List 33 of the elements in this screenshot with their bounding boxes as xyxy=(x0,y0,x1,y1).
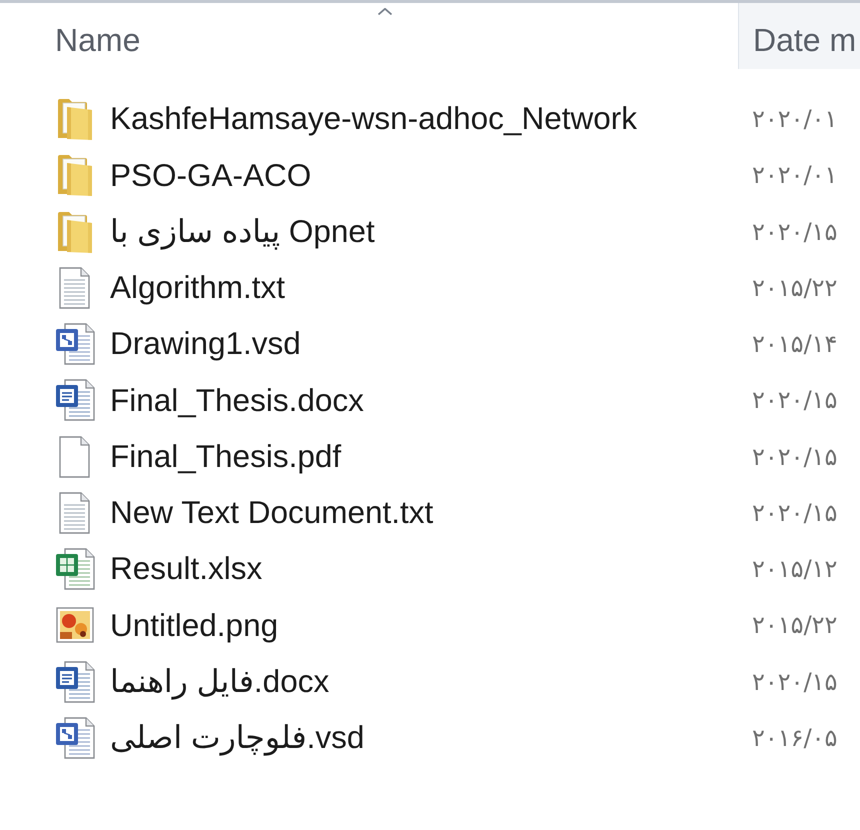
file-name[interactable]: Drawing1.vsd xyxy=(110,328,301,360)
document-icon xyxy=(55,378,95,422)
diagram-file-icon xyxy=(55,322,95,366)
folder-icon xyxy=(55,153,95,198)
diagram-file-icon xyxy=(55,716,95,760)
date-modified: ۲۰۲۰/۱۵ xyxy=(751,444,838,469)
spreadsheet-icon xyxy=(55,547,95,592)
date-modified: ۲۰۲۰/۰۱ xyxy=(751,107,838,132)
date-modified: ۲۰۲۰/۱۵ xyxy=(751,220,838,244)
file-name[interactable]: New Text Document.txt xyxy=(110,497,434,529)
date-modified: ۲۰۱۵/۲۲ xyxy=(751,613,838,638)
file-name[interactable]: Result.xlsx xyxy=(110,553,262,585)
date-modified: ۲۰۲۰/۱۵ xyxy=(751,388,838,412)
date-modified: ۲۰۱۵/۲۲ xyxy=(751,276,838,300)
date-modified: ۲۰۲۰/۱۵ xyxy=(751,500,838,525)
date-modified: ۲۰۱۶/۰۵ xyxy=(751,726,838,750)
file-name[interactable]: Untitled.png xyxy=(110,610,278,642)
document-icon xyxy=(55,660,95,704)
file-name[interactable]: پیاده سازی با Opnet xyxy=(110,216,375,248)
file-name[interactable]: فلوچارت اصلی.vsd xyxy=(110,722,364,754)
file-name[interactable]: فایل راهنما.docx xyxy=(110,666,330,698)
file-name[interactable]: Final_Thesis.docx xyxy=(110,384,364,416)
file-name[interactable]: Algorithm.txt xyxy=(110,272,286,304)
column-header[interactable]: Date m xyxy=(738,3,860,69)
date-modified: ۲۰۲۰/۱۵ xyxy=(751,670,838,694)
file-name[interactable]: KashfeHamsaye-wsn-adhoc_Network xyxy=(110,103,637,135)
folder-icon xyxy=(55,97,95,142)
folder-icon xyxy=(55,210,95,254)
file-name[interactable]: PSO-GA-ACO xyxy=(110,160,312,192)
date-modified: ۲۰۱۵/۱۴ xyxy=(751,332,838,356)
file-name[interactable]: Final_Thesis.pdf xyxy=(110,440,342,472)
date-modified: ۲۰۲۰/۰۱ xyxy=(751,163,838,188)
date-modified: ۲۰۱۵/۱۲ xyxy=(751,557,838,582)
